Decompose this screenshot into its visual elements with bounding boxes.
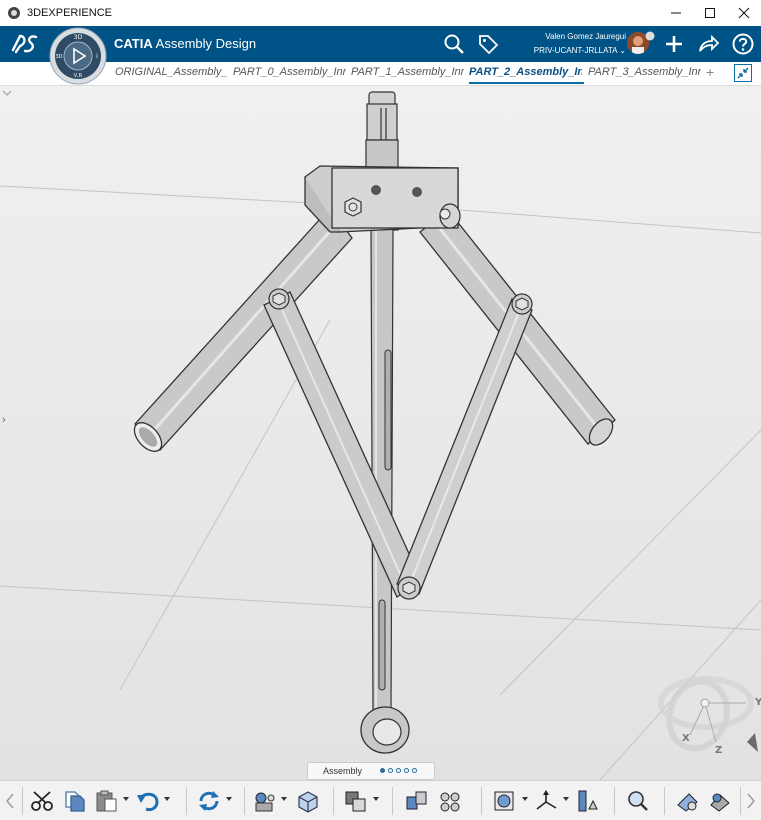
search-icon[interactable] <box>442 32 466 56</box>
explode-icon[interactable] <box>404 789 430 813</box>
chevron-down-icon: ⌄ <box>619 46 626 55</box>
toolbar-divider <box>244 787 245 815</box>
section-dot[interactable] <box>396 768 401 773</box>
toolbar-divider <box>614 787 615 815</box>
section-label: Assembly <box>323 766 363 776</box>
paste-icon[interactable] <box>94 789 120 813</box>
window-title: 3DEXPERIENCE <box>27 7 112 19</box>
3d-viewport[interactable]: Y X Z › Assembly <box>0 86 761 780</box>
toolbar-divider <box>392 787 393 815</box>
close-button[interactable] <box>727 0 761 26</box>
insert-product-icon[interactable] <box>252 789 278 813</box>
toolbar-divider <box>333 787 334 815</box>
brand-name: CATIA <box>114 36 153 51</box>
cut-icon[interactable] <box>30 789 56 813</box>
minimize-button[interactable] <box>659 0 693 26</box>
section-expand-icon[interactable] <box>0 86 14 100</box>
section-dot[interactable] <box>380 768 385 773</box>
dassault-logo-icon[interactable] <box>10 32 40 56</box>
toolbar-divider <box>22 787 23 815</box>
section-page-dots[interactable] <box>380 768 417 773</box>
undo-icon[interactable] <box>135 789 161 813</box>
section-dot[interactable] <box>404 768 409 773</box>
constraint-icon[interactable] <box>437 789 463 813</box>
measure-icon[interactable] <box>575 789 601 813</box>
collapse-icon <box>737 67 749 79</box>
undo-dropdown-icon[interactable] <box>164 797 170 801</box>
help-icon[interactable] <box>731 32 755 56</box>
share-icon[interactable] <box>696 32 720 56</box>
axis-x-label: X <box>682 733 690 744</box>
insert-dropdown-icon[interactable] <box>281 797 287 801</box>
top-bolt[interactable] <box>366 91 398 141</box>
axis-y-label: Y <box>754 697 761 708</box>
left-panel-expander-icon[interactable]: › <box>2 414 6 426</box>
window-titlebar: 3DEXPERIENCE <box>0 0 761 26</box>
paste-dropdown-icon[interactable] <box>123 797 129 801</box>
minimize-icon <box>671 12 681 14</box>
compass-bottom-label: V,R <box>74 73 83 79</box>
toolbar-divider <box>186 787 187 815</box>
toolbar-divider <box>664 787 665 815</box>
compass-icon[interactable]: 3D 3D i V,R <box>49 27 107 85</box>
app-window: 3DEXPERIENCE CATIA Assembly Design Valen… <box>0 0 761 820</box>
document-tabs: ORIGINAL_Assembly_In PART_0_Assembly_Inn… <box>0 62 761 86</box>
tab-part-0[interactable]: PART_0_Assembly_Inne <box>233 66 346 82</box>
axis-dropdown-icon[interactable] <box>563 797 569 801</box>
section-selector[interactable]: Assembly <box>307 762 435 780</box>
right-link[interactable] <box>396 293 533 600</box>
insert-part-icon[interactable] <box>295 789 321 813</box>
maximize-button[interactable] <box>693 0 727 26</box>
collab-space-label: PRIV-UCANT-JRLLATA <box>533 46 618 55</box>
view-mode-dropdown-icon[interactable] <box>522 797 528 801</box>
compass-left-label: 3D <box>55 54 62 60</box>
compass-top-label: 3D <box>74 34 83 41</box>
tab-part-2[interactable]: PART_2_Assembly_Inn <box>469 66 582 82</box>
app-header: CATIA Assembly Design Valen Gomez Jaureg… <box>0 26 761 62</box>
top-bracket[interactable] <box>304 165 461 233</box>
add-icon[interactable] <box>662 32 686 56</box>
axis-z-label: Z <box>715 745 722 756</box>
app-name: Assembly Design <box>155 36 257 51</box>
left-link[interactable] <box>263 288 422 598</box>
analysis-icon[interactable] <box>707 789 733 813</box>
user-info[interactable]: Valen Gomez Jauregui PRIV-UCANT-JRLLATA … <box>516 30 626 58</box>
bottom-eye[interactable] <box>360 706 410 754</box>
scroll-right-icon[interactable] <box>745 789 757 813</box>
refresh-icon[interactable] <box>196 789 222 813</box>
collab-space-selector[interactable]: PRIV-UCANT-JRLLATA ⌄ <box>516 44 626 58</box>
close-icon <box>738 7 750 19</box>
app-title: CATIA Assembly Design <box>114 36 256 51</box>
orientation-triad[interactable]: Y X Z <box>658 673 761 756</box>
axis-icon[interactable] <box>534 789 560 813</box>
view-mode-icon[interactable] <box>492 789 518 813</box>
add-tab-button[interactable]: + <box>706 64 714 80</box>
3dexperience-app-icon <box>8 7 20 19</box>
component-icon[interactable] <box>343 789 369 813</box>
refresh-dropdown-icon[interactable] <box>226 797 232 801</box>
maximize-icon <box>705 8 715 18</box>
fullscreen-button[interactable] <box>734 64 752 82</box>
tab-part-3[interactable]: PART_3_Assembly_Inne <box>588 66 701 82</box>
tab-original-assembly[interactable]: ORIGINAL_Assembly_In <box>115 66 227 82</box>
tag-icon[interactable] <box>476 32 500 56</box>
zoom-icon[interactable] <box>625 789 651 813</box>
active-tab-indicator <box>469 82 584 84</box>
copy-icon[interactable] <box>62 789 88 813</box>
toolbar-divider <box>481 787 482 815</box>
user-name: Valen Gomez Jauregui <box>545 32 626 41</box>
section-dot[interactable] <box>388 768 393 773</box>
clash-icon[interactable] <box>675 789 701 813</box>
toolbar-divider <box>740 787 741 815</box>
assembly-model[interactable]: Y X Z <box>0 86 761 780</box>
action-bar <box>0 780 761 820</box>
tab-part-1[interactable]: PART_1_Assembly_Inne <box>351 66 464 82</box>
notification-badge-icon <box>645 31 655 41</box>
section-dot[interactable] <box>412 768 417 773</box>
scroll-left-icon[interactable] <box>4 789 16 813</box>
component-dropdown-icon[interactable] <box>373 797 379 801</box>
